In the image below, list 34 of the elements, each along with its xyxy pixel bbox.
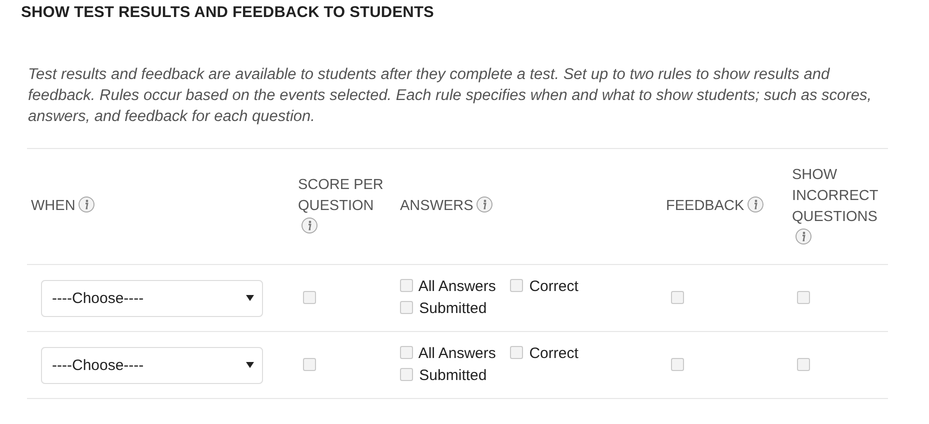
checkbox[interactable] <box>400 301 413 314</box>
info-icon[interactable] <box>795 228 812 244</box>
checkbox[interactable] <box>303 290 316 304</box>
option-label: Correct <box>529 345 578 362</box>
checkbox[interactable] <box>797 290 810 304</box>
column-header: SHOW INCORRECT QUESTIONS <box>792 166 878 224</box>
caret-icon <box>246 295 254 301</box>
checkbox[interactable] <box>510 279 524 292</box>
column-header: SCORE PER QUESTION <box>298 177 384 214</box>
checkbox[interactable] <box>510 346 524 359</box>
option-label: All Answers <box>418 345 496 362</box>
info-icon[interactable] <box>301 217 318 234</box>
column-header: ANSWERS <box>400 198 474 214</box>
checkbox[interactable] <box>671 290 684 304</box>
checkbox[interactable] <box>671 358 684 370</box>
section-title: SHOW TEST RESULTS AND FEEDBACK TO STUDENTS <box>21 3 435 22</box>
checkbox[interactable] <box>797 358 810 370</box>
column-header: WHEN <box>31 198 76 214</box>
info-icon[interactable] <box>476 196 494 213</box>
checkbox[interactable] <box>400 346 413 359</box>
dropdown[interactable]: ----Choose---- <box>41 280 263 316</box>
checkbox[interactable] <box>303 358 316 370</box>
option-label: All Answers <box>418 278 496 295</box>
caret-icon <box>246 362 254 368</box>
column-header: FEEDBACK <box>666 198 744 214</box>
checkbox[interactable] <box>400 368 413 381</box>
checkbox[interactable] <box>400 279 413 292</box>
info-icon[interactable] <box>747 196 764 213</box>
option-label: Correct <box>529 278 578 295</box>
info-icon[interactable] <box>78 196 96 213</box>
description-text: Test results and feedback are available to students after they complete a test. Set up to two rules to show results and feedback. Rules occur based on the events selected. Each rule specifies when and what to show students; such as scores, answers, and feedback for each question. <box>28 65 873 127</box>
option-label: Submitted <box>419 300 487 317</box>
dropdown[interactable]: ----Choose---- <box>41 346 263 384</box>
option-label: Submitted <box>419 367 487 384</box>
